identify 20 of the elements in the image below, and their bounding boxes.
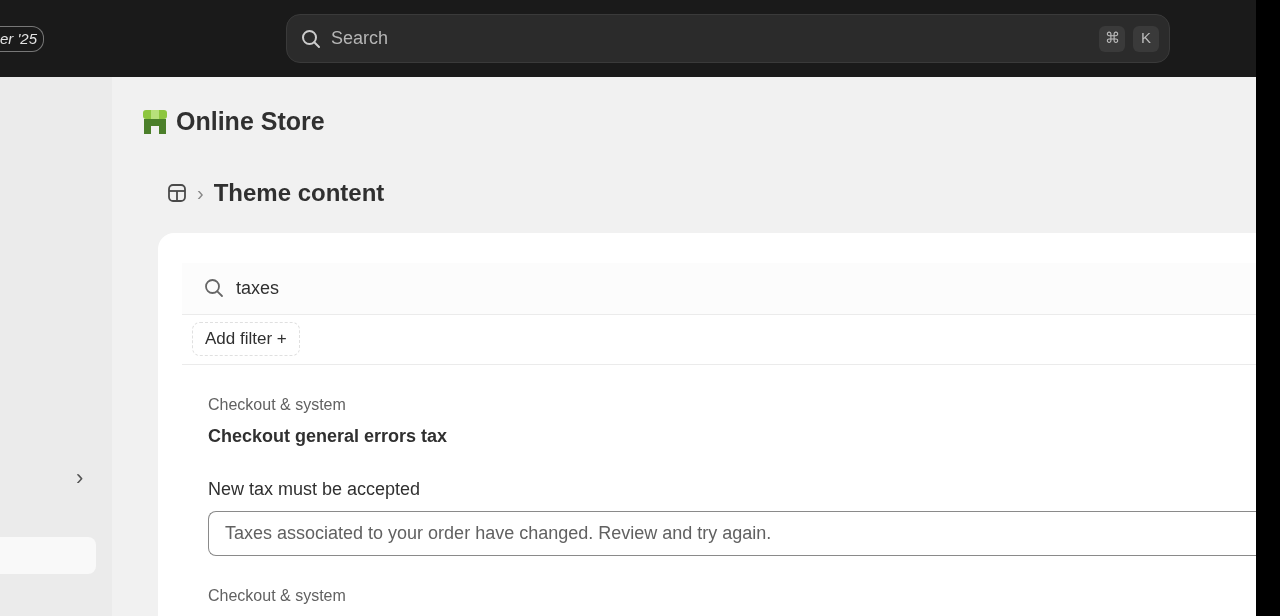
store-icon [142, 108, 168, 135]
search-icon [301, 28, 322, 49]
add-filter-button[interactable]: Add filter + [192, 322, 300, 356]
category-label: Checkout & system [208, 394, 347, 415]
field-label: New tax must be accepted [208, 477, 422, 501]
search-bar[interactable]: Search ⌘ K [286, 14, 1171, 63]
date-badge: er '25 [0, 25, 45, 52]
app-title: Online Store [176, 106, 325, 137]
layout-icon[interactable] [167, 182, 187, 203]
result-title: Checkout general errors tax [208, 424, 449, 448]
search-input[interactable]: Search [329, 24, 1092, 53]
search-icon [204, 278, 224, 298]
text-field[interactable]: Taxes associated to your order have changed. Review and try again. [208, 510, 1256, 556]
breadcrumb-separator: › [197, 180, 204, 206]
shortcut-key: ⌘ [1099, 25, 1126, 52]
chevron-icon[interactable]: › [76, 467, 84, 489]
category-label: Checkout & system [208, 585, 347, 606]
filter-search-input[interactable]: taxes [234, 273, 470, 303]
page-title: Theme content [213, 177, 385, 208]
shortcut-key: K [1133, 25, 1160, 52]
